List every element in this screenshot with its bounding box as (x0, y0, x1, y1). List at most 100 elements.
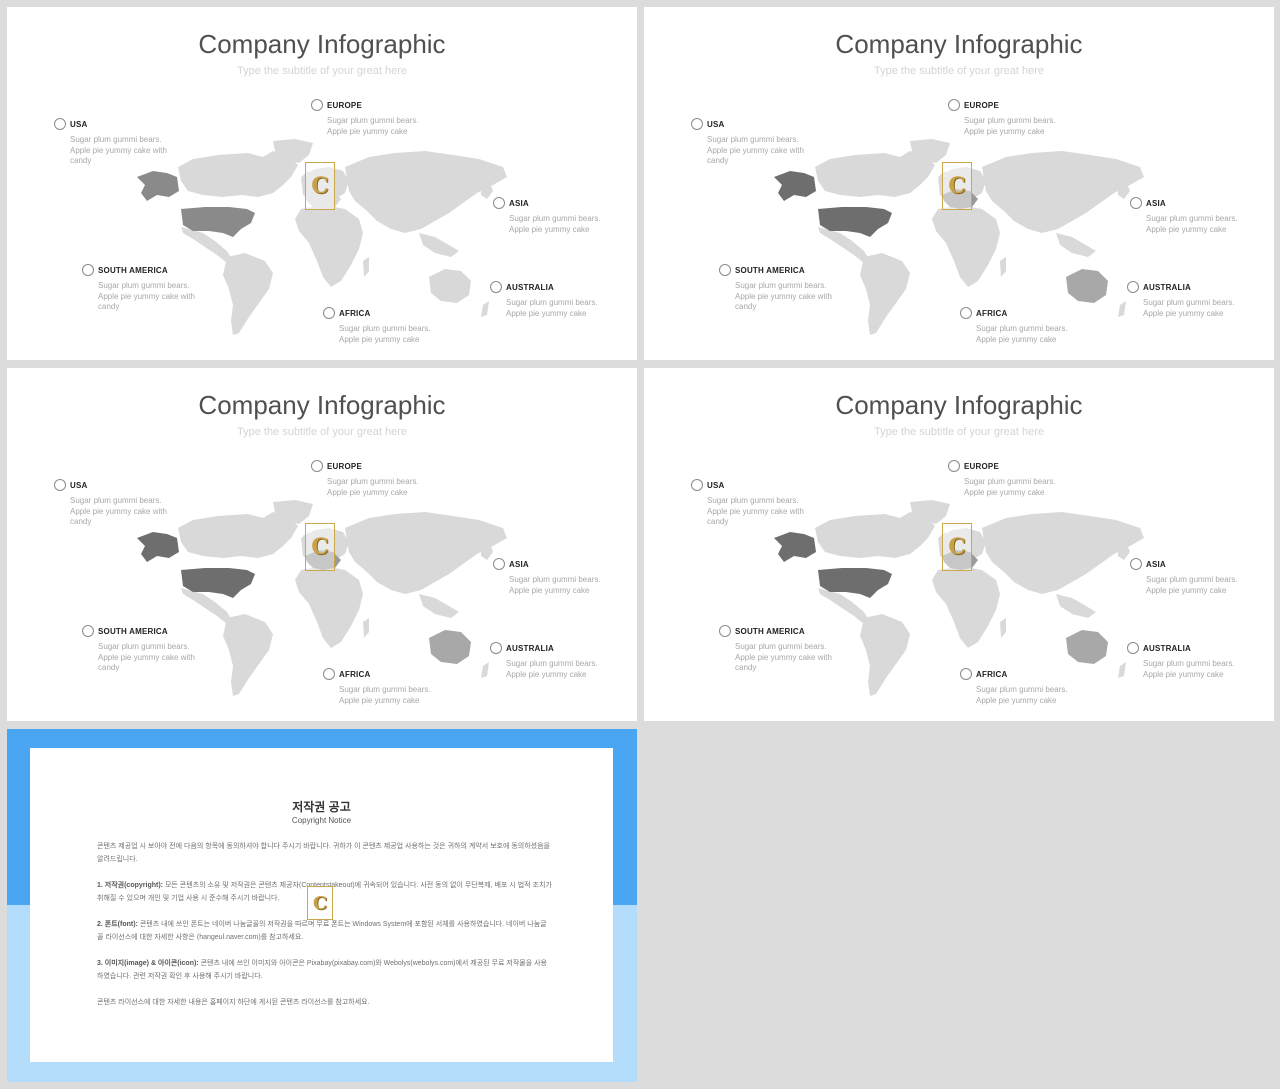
marker-description: Sugar plum gummi bears. Apple pie yummy … (976, 324, 1068, 344)
notice-title: 저작권 공고 (292, 800, 351, 814)
marker-label: EUROPE (964, 462, 999, 471)
marker-label: AFRICA (976, 309, 1008, 318)
marker-description: Sugar plum gummi bears. Apple pie yummy … (506, 298, 598, 318)
marker-description: Sugar plum gummi bears. Apple pie yummy … (339, 685, 431, 705)
watermark-logo: C (305, 523, 335, 571)
slide-thumbnail-1[interactable]: Company Infographic Type the subtitle of… (7, 7, 637, 360)
slide-thumbnail-3[interactable]: Company Infographic Type the subtitle of… (7, 368, 637, 721)
watermark-logo-glyph: C (311, 173, 329, 199)
marker-label: AUSTRALIA (506, 644, 555, 653)
notice-paragraph-heading: 2. 폰트(font): (97, 921, 138, 928)
marker-description: Sugar plum gummi bears. Apple pie yummy … (735, 642, 832, 672)
marker-circle-icon (493, 558, 505, 570)
slide-title: Company Infographic (835, 390, 1083, 420)
marker-circle-icon (960, 307, 972, 319)
marker-label: ASIA (1146, 199, 1166, 208)
notice-paragraph-text: 콘텐츠 내에 쓰인 폰트는 네이버 나눔글꼴의 저작권을 따르며 무료 폰트는 … (97, 921, 547, 941)
marker-label: EUROPE (964, 101, 999, 110)
notice-paragraph-heading: 1. 저작권(copyright): (97, 882, 163, 889)
slide-thumbnail-4[interactable]: Company Infographic Type the subtitle of… (644, 368, 1274, 721)
marker-label: AUSTRALIA (1143, 644, 1192, 653)
watermark-logo: C (942, 523, 972, 571)
watermark-logo-glyph: C (948, 534, 966, 560)
marker-circle-icon (1127, 281, 1139, 293)
watermark-logo: C (307, 886, 333, 920)
map-south-america (860, 614, 910, 696)
marker-description: Sugar plum gummi bears. Apple pie yummy … (1146, 214, 1238, 234)
marker-label: ASIA (1146, 560, 1166, 569)
marker-label: USA (70, 120, 88, 129)
map-southeast-asia (1056, 233, 1096, 257)
watermark-logo-glyph: C (312, 892, 328, 914)
marker-circle-icon (948, 460, 960, 472)
marker-description: Sugar plum gummi bears. Apple pie yummy … (707, 496, 804, 526)
marker-description: Sugar plum gummi bears. Apple pie yummy … (98, 642, 195, 672)
slide-subtitle: Type the subtitle of your great here (874, 426, 1044, 438)
map-new-zealand (481, 662, 489, 678)
slide-subtitle: Type the subtitle of your great here (237, 426, 407, 438)
marker-description: Sugar plum gummi bears. Apple pie yummy … (327, 116, 419, 136)
map-australia (1066, 269, 1108, 303)
map-madagascar (363, 257, 369, 277)
map-alaska (137, 171, 179, 201)
map-australia (429, 630, 471, 664)
notice-paragraph-heading: 3. 이미지(image) & 아이콘(icon): (97, 960, 199, 967)
marker-description: Sugar plum gummi bears. Apple pie yummy … (1143, 298, 1235, 318)
marker-circle-icon (1127, 642, 1139, 654)
marker-circle-icon (323, 668, 335, 680)
marker-description: Sugar plum gummi bears. Apple pie yummy … (98, 281, 195, 311)
map-madagascar (1000, 618, 1006, 638)
map-southeast-asia (419, 233, 459, 257)
marker-circle-icon (691, 118, 703, 130)
slide-thumbnail-2[interactable]: Company Infographic Type the subtitle of… (644, 7, 1274, 360)
watermark-logo-glyph: C (948, 173, 966, 199)
watermark-logo: C (305, 162, 335, 210)
slide-thumbnail-5[interactable]: 저작권 공고 Copyright Notice 콘텐츠 제공업 시 보아야 전에… (7, 729, 637, 1082)
map-new-zealand (481, 301, 489, 317)
marker-description: Sugar plum gummi bears. Apple pie yummy … (509, 575, 601, 595)
marker-circle-icon (1130, 197, 1142, 209)
map-southeast-asia (419, 594, 459, 618)
marker-circle-icon (82, 264, 94, 276)
marker-label: AFRICA (339, 309, 371, 318)
map-new-zealand (1118, 662, 1126, 678)
marker-label: EUROPE (327, 462, 362, 471)
marker-description: Sugar plum gummi bears. Apple pie yummy … (964, 477, 1056, 497)
marker-circle-icon (311, 460, 323, 472)
watermark-logo-glyph: C (311, 534, 329, 560)
map-africa (932, 566, 1000, 648)
marker-circle-icon (82, 625, 94, 637)
marker-circle-icon (719, 625, 731, 637)
marker-label: USA (70, 481, 88, 490)
marker-description: Sugar plum gummi bears. Apple pie yummy … (735, 281, 832, 311)
watermark-logo: C (942, 162, 972, 210)
marker-circle-icon (311, 99, 323, 111)
marker-circle-icon (948, 99, 960, 111)
notice-paragraph-text: 콘텐츠 라이선스에 대한 자세한 내용은 홈페이지 하단에 게시된 콘텐츠 라이… (97, 999, 370, 1006)
marker-circle-icon (493, 197, 505, 209)
marker-label: EUROPE (327, 101, 362, 110)
slide-subtitle: Type the subtitle of your great here (237, 65, 407, 77)
map-canada (178, 151, 298, 197)
map-africa (295, 566, 363, 648)
map-canada (178, 512, 298, 558)
marker-description: Sugar plum gummi bears. Apple pie yummy … (70, 135, 167, 165)
slide-title: Company Infographic (835, 29, 1083, 59)
marker-circle-icon (54, 118, 66, 130)
marker-label: AUSTRALIA (1143, 283, 1192, 292)
marker-label: ASIA (509, 199, 529, 208)
marker-label: AFRICA (339, 670, 371, 679)
marker-description: Sugar plum gummi bears. Apple pie yummy … (339, 324, 431, 344)
notice-paragraph: 3. 이미지(image) & 아이콘(icon): 콘텐츠 내에 쓰인 이미지… (97, 957, 552, 983)
marker-description: Sugar plum gummi bears. Apple pie yummy … (509, 214, 601, 234)
map-south-america (223, 614, 273, 696)
marker-circle-icon (719, 264, 731, 276)
map-new-zealand (1118, 301, 1126, 317)
map-south-america (860, 253, 910, 335)
map-alaska (774, 171, 816, 201)
marker-label: SOUTH AMERICA (98, 266, 168, 275)
notice-paragraph: 콘텐츠 제공업 시 보아야 전에 다음의 항목에 동의하셔야 합니다 주시기 바… (97, 840, 552, 866)
map-australia (429, 269, 471, 303)
notice-card: 저작권 공고 Copyright Notice 콘텐츠 제공업 시 보아야 전에… (30, 748, 613, 1062)
map-canada (815, 512, 935, 558)
